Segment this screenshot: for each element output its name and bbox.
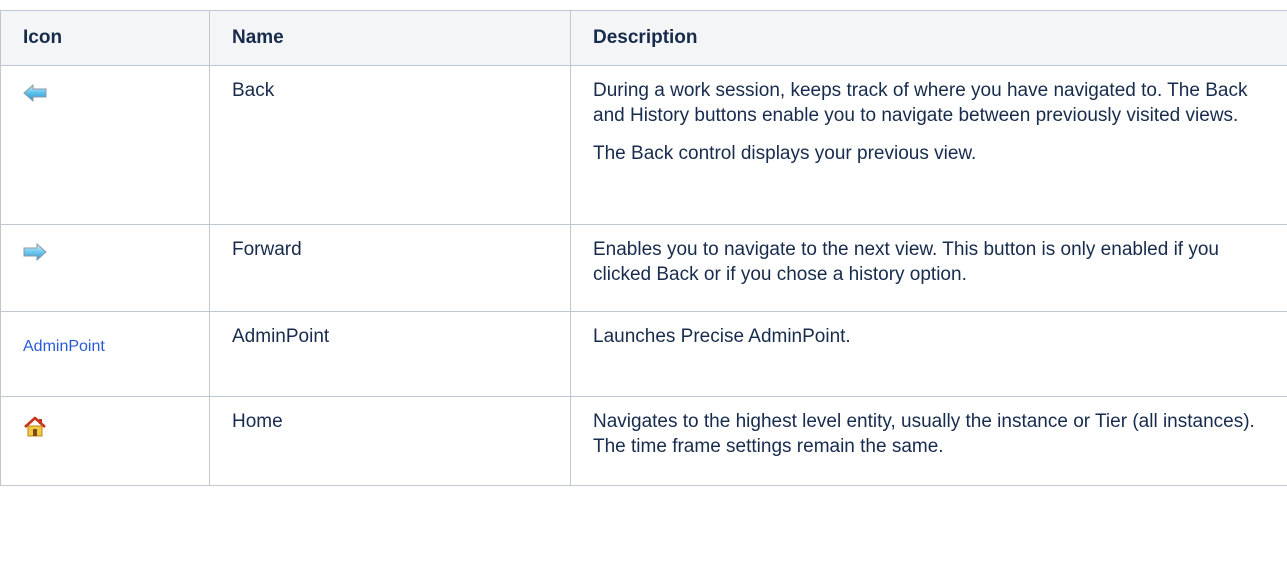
icon-cell [0, 396, 210, 486]
icon-cell [0, 65, 210, 225]
description-paragraph: The Back control displays your previous … [593, 142, 977, 164]
table-header-row: Icon Name Description [0, 10, 1287, 66]
description-paragraph: Launches Precise AdminPoint. [593, 326, 851, 347]
icon-cell: AdminPoint [0, 311, 210, 397]
description-cell: During a work session, keeps track of wh… [570, 65, 1287, 225]
table-row: Back During a work session, keeps track … [0, 65, 1287, 225]
back-arrow-icon [23, 83, 47, 109]
description-cell: Enables you to navigate to the next view… [570, 224, 1287, 312]
description-cell: Navigates to the highest level entity, u… [570, 396, 1287, 486]
description-cell: Launches Precise AdminPoint. [570, 311, 1287, 397]
description-paragraph: Enables you to navigate to the next view… [593, 239, 1219, 286]
forward-arrow-icon [23, 242, 47, 268]
name-cell: AdminPoint [209, 311, 571, 397]
table-row: Home Navigates to the highest level enti… [0, 396, 1287, 486]
home-icon [23, 415, 47, 446]
name-cell: Home [209, 396, 571, 486]
toolbar-icons-table: Icon Name Description Back During a work… [0, 10, 1287, 486]
column-header-description: Description [570, 10, 1287, 66]
description-paragraph: During a work session, keeps track of wh… [593, 80, 1248, 127]
table-row: AdminPoint AdminPoint Launches Precise A… [0, 311, 1287, 397]
column-header-name: Name [209, 10, 571, 66]
name-cell: Back [209, 65, 571, 225]
name-cell: Forward [209, 224, 571, 312]
adminpoint-link[interactable]: AdminPoint [23, 336, 105, 357]
icon-cell [0, 224, 210, 312]
table-row: Forward Enables you to navigate to the n… [0, 224, 1287, 312]
column-header-icon: Icon [0, 10, 210, 66]
description-paragraph: Navigates to the highest level entity, u… [593, 411, 1255, 458]
